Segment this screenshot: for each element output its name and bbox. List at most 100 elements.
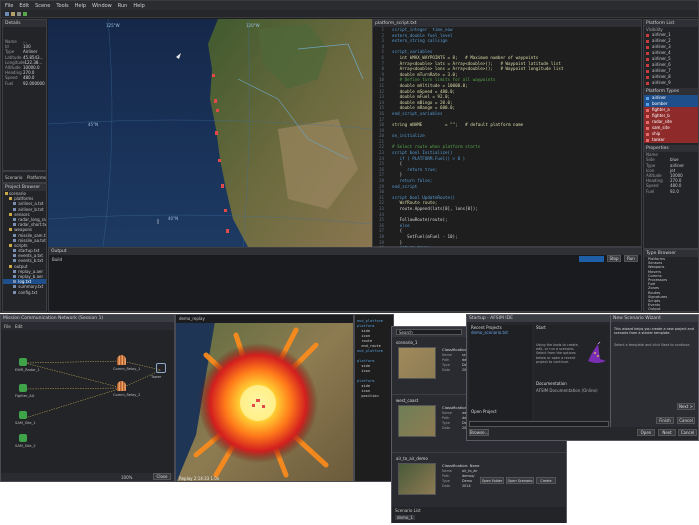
small-code-text: platform [357, 324, 375, 328]
browse-button[interactable]: Browse... [469, 429, 489, 436]
line-text: double mRange = 600.0; [387, 105, 456, 111]
recent-project-item[interactable]: demo_scenario.txt [469, 330, 532, 335]
platform-items: airliner_1 airliner_2 airliner_3 airliner_4… [644, 32, 698, 86]
code-lines[interactable]: 1 script_integer time_now 2 extern_double… [373, 27, 641, 256]
small-code-line[interactable]: position [355, 394, 393, 399]
type-browser-items: Platforms Sensors Weapons Movers Comms Proces… [644, 257, 698, 311]
new-scenario-wizard-title: New Scenario Wizard [611, 315, 698, 322]
menu-file[interactable]: File [5, 3, 13, 9]
wizard-finish-button[interactable]: Finish [656, 417, 674, 424]
new-file-icon[interactable] [5, 12, 9, 16]
save-icon[interactable] [17, 12, 21, 16]
line-text: extern_double fuel_level [387, 32, 453, 38]
startup-next-button[interactable]: Next [658, 429, 676, 436]
small-code-text: route [357, 339, 373, 343]
scenario-field-key: Path [442, 416, 450, 420]
replay-toolbar: Replay 2:14:33 1.0x [179, 476, 220, 481]
small-code-text: end_platform [357, 319, 383, 323]
scenario-search-input[interactable]: Search [396, 329, 462, 335]
editor-tab[interactable]: platform_script.txt [373, 20, 641, 27]
menu-scene[interactable]: Scene [35, 3, 50, 9]
tab-scenario[interactable]: Scenario [5, 175, 22, 180]
scenario-name: air_to_air_demo [396, 456, 428, 461]
output-stop-button[interactable]: Stop [607, 255, 621, 262]
menu-window[interactable]: Window [92, 3, 112, 9]
create-scenario-button[interactable]: Create [536, 477, 556, 484]
platform-item-label: airliner_2 [652, 38, 671, 44]
small-code-window[interactable]: end_platform platform side icon route end… [354, 314, 394, 482]
main-ide-window: File Edit Scene Tools Help Window Run He… [0, 0, 699, 313]
platform-list-title: Platform List [644, 20, 698, 27]
open-folder-button[interactable]: Open Folder [480, 477, 504, 484]
diagram-zoom: 100% [121, 475, 133, 480]
diagram-node-2[interactable] [19, 384, 27, 392]
scenario-list-footer: Scenario List demo_1 [392, 507, 566, 523]
project-tree: scenario platforms airliner_a.txt airlin… [3, 191, 46, 295]
folder-icon [5, 192, 8, 195]
wizard-cancel-button[interactable]: Cancel [677, 417, 695, 424]
platform-type-label: radar_site [652, 119, 672, 125]
platform-item[interactable]: airliner_9 [644, 80, 698, 86]
run-icon[interactable] [23, 12, 27, 16]
small-code-text: platform [357, 379, 375, 383]
code-editor[interactable]: platform_script.txt 1 script_integer tim… [372, 19, 642, 256]
documentation-link[interactable]: AFSIM Documentation (Online) [534, 388, 598, 393]
file-icon [13, 254, 16, 258]
diagram-close-button[interactable]: Close [153, 473, 171, 480]
diagram-node-3[interactable] [19, 411, 27, 419]
diagram-node-1[interactable] [19, 358, 27, 366]
output-run-button[interactable]: Run [624, 255, 638, 262]
menu-tools[interactable]: Tools [56, 3, 68, 9]
menubar: File Edit Scene Tools Help Window Run He… [1, 1, 698, 10]
menu-help[interactable]: Help [75, 3, 86, 9]
new-scenario-wizard-text2: Select a template and click Next to cont… [614, 343, 691, 347]
replay-map[interactable] [176, 315, 354, 482]
platform-type-item[interactable]: tanker [644, 137, 698, 144]
line-text: double mAltitude = 10000.0; [387, 82, 468, 88]
scenario-field-key: Name [442, 411, 453, 415]
diagram-relay-2[interactable] [117, 381, 126, 391]
open-folder-icon[interactable] [11, 12, 15, 16]
menu-help-2[interactable]: Help [133, 3, 144, 9]
property-value: 92.0 [670, 188, 679, 194]
type-browser-item[interactable]: Output [644, 307, 698, 311]
project-path-input[interactable] [469, 421, 609, 427]
tree-item-label: config.txt [17, 289, 38, 295]
menu-run[interactable]: Run [118, 3, 128, 9]
tab-platforms[interactable]: Platforms [27, 175, 46, 180]
platform-item-label: airliner_6 [652, 62, 671, 68]
open-scenario-button[interactable]: Open Scenario [506, 477, 534, 484]
platform-color-swatch [646, 75, 649, 79]
map-view[interactable]: 45°N 40°N 125°W 120°W [48, 19, 372, 247]
small-code-text: position [357, 394, 379, 398]
diagram-relay-1[interactable] [117, 355, 126, 365]
diagram-tower[interactable] [156, 363, 166, 373]
platform-item-label: airliner_7 [652, 68, 671, 74]
platform-type-items: airliner bomber fighter_a fighter_b radar_si… [644, 95, 698, 144]
scenario-field-key: Path [442, 474, 450, 478]
tree-item[interactable]: config.txt [3, 290, 46, 295]
platform-color-swatch [646, 33, 649, 37]
property-row[interactable]: Fuel 92.0 [644, 189, 698, 194]
lat-label-a: 45°N [88, 122, 99, 127]
menu-edit[interactable]: Edit [19, 3, 29, 9]
line-text: script bool UpdateRoute() [387, 194, 456, 200]
folder-icon [9, 197, 12, 201]
small-code-lines[interactable]: end_platform platform side icon route end… [355, 315, 393, 399]
platform-color-swatch [646, 81, 649, 85]
startup-cancel-button[interactable]: Cancel [678, 429, 697, 436]
scenario-footer-item[interactable]: demo_1 [395, 515, 415, 520]
diagram-menu-edit[interactable]: Edit [15, 324, 23, 329]
diagram-menu-file[interactable]: File [4, 324, 11, 329]
platform-type-label: airliner [652, 95, 667, 101]
platform-item-label: airliner_8 [652, 74, 671, 80]
line-text: # Select route when platform starts [387, 144, 481, 150]
small-code-text: icon [357, 389, 370, 393]
startup-open-button[interactable]: Open [637, 429, 655, 436]
details-panel: Details Name... Id 100 Type Airliner Latitude… [2, 19, 47, 171]
map-terrain [48, 19, 372, 247]
scenario-name: west_coast [396, 398, 419, 403]
network-diagram-window: Mission Communication Network (Session 1… [0, 314, 175, 482]
diagram-node-4[interactable] [19, 434, 27, 442]
wizard-next-button[interactable]: Next > [677, 403, 695, 410]
